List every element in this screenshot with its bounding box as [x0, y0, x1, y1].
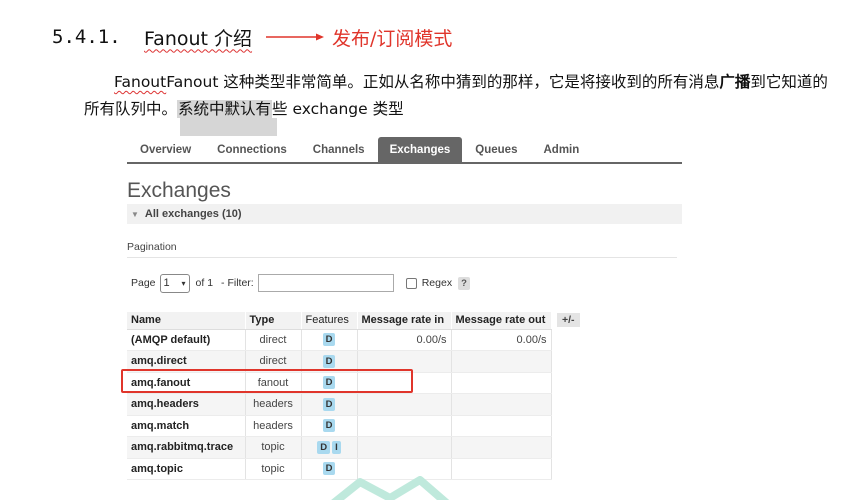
section-annotation: 发布/订阅模式	[332, 27, 453, 50]
rate-out: 0.00/s	[451, 329, 552, 351]
pagination-label: Pagination	[127, 241, 677, 258]
exchange-features: DI	[301, 436, 358, 459]
exchange-name[interactable]: amq.headers	[127, 393, 246, 416]
rate-out	[451, 350, 552, 373]
all-exchanges-label: All exchanges (10)	[144, 208, 242, 220]
fanout-highlight-box	[121, 369, 413, 393]
regex-checkbox[interactable]	[405, 277, 417, 289]
exchange-features: D	[301, 329, 358, 351]
triangle-down-icon: ▼	[131, 209, 139, 219]
exchange-name[interactable]: amq.topic	[127, 458, 246, 480]
exchange-type: headers	[245, 393, 302, 416]
page-select-value: 1	[163, 277, 170, 289]
paragraph-highlighted-text: 系统中默认有	[177, 100, 273, 118]
page-count-label: of 1	[195, 277, 214, 289]
text-fanout: Fanout	[114, 73, 167, 91]
table-row[interactable]: amq.headers headers D	[127, 393, 552, 416]
paragraph-line-1: FanoutFanout 这种类型非常简单。正如从名称中猜到的那样，它是将接收到…	[84, 70, 828, 94]
column-header-name[interactable]: Name	[127, 312, 246, 330]
column-header-rate-out[interactable]: Message rate out	[451, 312, 552, 330]
paragraph-text-2b: 些 exchange 类型	[272, 100, 404, 118]
rate-in: 0.00/s	[357, 329, 452, 351]
table-header-row: Name Type Features Message rate in Messa…	[127, 312, 552, 330]
paragraph-text-1b: 到它知道的	[750, 73, 828, 91]
filter-input[interactable]	[257, 274, 394, 292]
filter-label: - Filter:	[221, 277, 254, 289]
exchange-type: topic	[245, 436, 302, 459]
rabbitmq-admin-screenshot: Overview Connections Channels Exchanges …	[127, 137, 682, 480]
section-heading: 5.4.1. Fanout 介绍 发布/订阅模式	[52, 22, 452, 52]
rate-in	[357, 436, 452, 459]
durable-badge: D	[322, 462, 336, 476]
exchange-type: direct	[245, 329, 302, 351]
page-title: Exchanges	[127, 179, 231, 202]
column-header-features: Features	[301, 312, 358, 330]
internal-badge: I	[332, 440, 341, 454]
exchange-features: D	[301, 393, 358, 416]
exchange-type: topic	[245, 458, 302, 480]
rate-out	[451, 415, 552, 437]
paragraph-text-1a: Fanout 这种类型非常简单。正如从名称中猜到的那样，它是将接收到的所有消息	[166, 73, 720, 91]
exchange-type: headers	[245, 415, 302, 437]
tab-queues[interactable]: Queues	[462, 137, 530, 162]
pagination-controls: Page 1 ▾ of 1 - Filter: Regex ?	[127, 272, 682, 294]
paragraph-text-2a: 所有队列中。	[84, 100, 178, 118]
table-row[interactable]: (AMQP default) direct D 0.00/s 0.00/s	[127, 329, 552, 351]
tab-channels[interactable]: Channels	[300, 137, 378, 162]
help-button[interactable]: ?	[458, 276, 470, 290]
rate-out	[451, 372, 552, 394]
tab-exchanges[interactable]: Exchanges	[377, 137, 463, 162]
rate-out	[451, 436, 552, 459]
durable-badge: D	[322, 354, 336, 368]
tab-overview[interactable]: Overview	[127, 137, 204, 162]
exchange-name[interactable]: (AMQP default)	[127, 329, 246, 351]
chevron-down-icon: ▾	[181, 278, 186, 288]
rate-out	[451, 393, 552, 416]
exchange-features: D	[301, 415, 358, 437]
rate-in	[357, 415, 452, 437]
column-header-rate-in[interactable]: Message rate in	[357, 312, 452, 330]
section-title: Fanout 介绍	[144, 27, 253, 50]
table-row[interactable]: amq.rabbitmq.trace topic DI	[127, 436, 552, 459]
paragraph-line-2: 所有队列中。系统中默认有些 exchange 类型	[84, 97, 404, 121]
column-header-type[interactable]: Type	[245, 312, 302, 330]
durable-badge: D	[317, 440, 331, 454]
rate-out	[451, 458, 552, 480]
tab-connections[interactable]: Connections	[204, 137, 300, 162]
page-label: Page	[131, 277, 156, 289]
arrow-right-icon	[266, 33, 325, 41]
exchange-name[interactable]: amq.rabbitmq.trace	[127, 436, 246, 459]
durable-badge: D	[322, 397, 336, 411]
tab-admin[interactable]: Admin	[530, 137, 592, 162]
columns-toggle-button[interactable]: +/-	[557, 313, 580, 327]
regex-label: Regex	[421, 277, 453, 289]
table-row[interactable]: amq.match headers D	[127, 415, 552, 437]
page-select[interactable]: 1 ▾	[159, 273, 190, 293]
watermark-logo	[331, 476, 450, 500]
durable-badge: D	[322, 419, 336, 433]
exchanges-table: Name Type Features Message rate in Messa…	[127, 312, 552, 480]
nav-tabs: Overview Connections Channels Exchanges …	[127, 137, 682, 164]
section-number: 5.4.1.	[52, 26, 121, 48]
rate-in	[357, 393, 452, 416]
all-exchanges-toggle[interactable]: ▼ All exchanges (10)	[127, 204, 682, 224]
paragraph-bold-term: 广播	[719, 73, 751, 91]
exchange-name[interactable]: amq.match	[127, 415, 246, 437]
durable-badge: D	[322, 333, 336, 347]
